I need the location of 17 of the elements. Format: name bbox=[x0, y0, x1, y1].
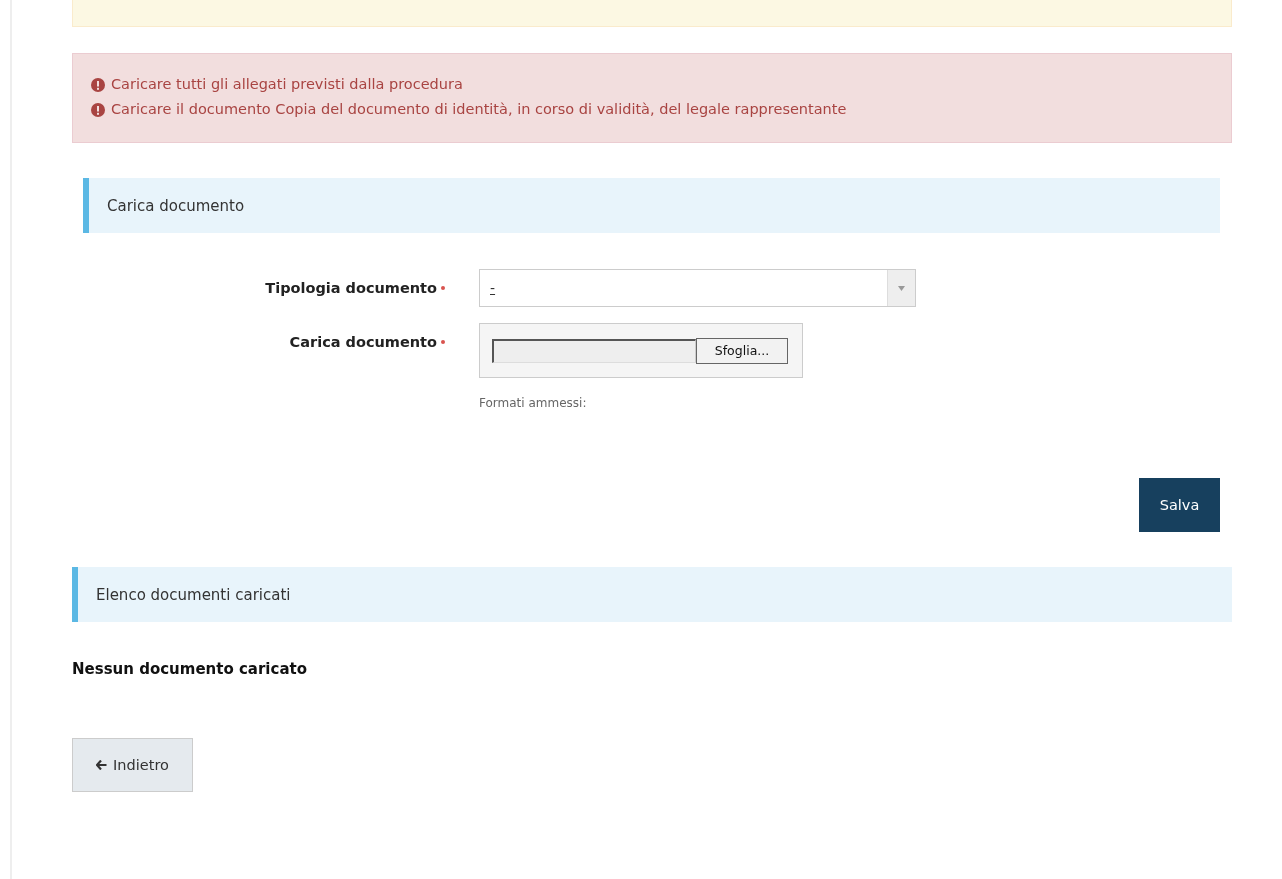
exclamation-icon bbox=[91, 77, 105, 92]
field-label: Tipologia documento bbox=[265, 280, 437, 296]
save-button[interactable]: Salva bbox=[1139, 478, 1220, 532]
section-title: Carica documento bbox=[107, 196, 245, 215]
exclamation-icon bbox=[91, 102, 105, 117]
error-message: Caricare il documento Copia del documento di identità, in corso di validità, del legale rappresentante bbox=[111, 100, 847, 119]
section-title: Elenco documenti caricati bbox=[96, 585, 291, 604]
document-type-select[interactable]: - bbox=[479, 269, 916, 307]
file-path-field[interactable] bbox=[492, 338, 696, 363]
empty-message: Nessun documento caricato bbox=[72, 660, 308, 678]
caret-icon bbox=[898, 285, 905, 291]
error-message: Caricare tutti gli allegati previsti dalla procedura bbox=[111, 75, 463, 94]
field-label: Carica documento bbox=[289, 334, 437, 350]
help-text: Formati ammessi: bbox=[479, 396, 588, 410]
browse-button[interactable]: Sfoglia... bbox=[696, 337, 788, 364]
back-button[interactable]: Indietro bbox=[72, 738, 193, 792]
arrow-left-icon bbox=[96, 760, 108, 770]
